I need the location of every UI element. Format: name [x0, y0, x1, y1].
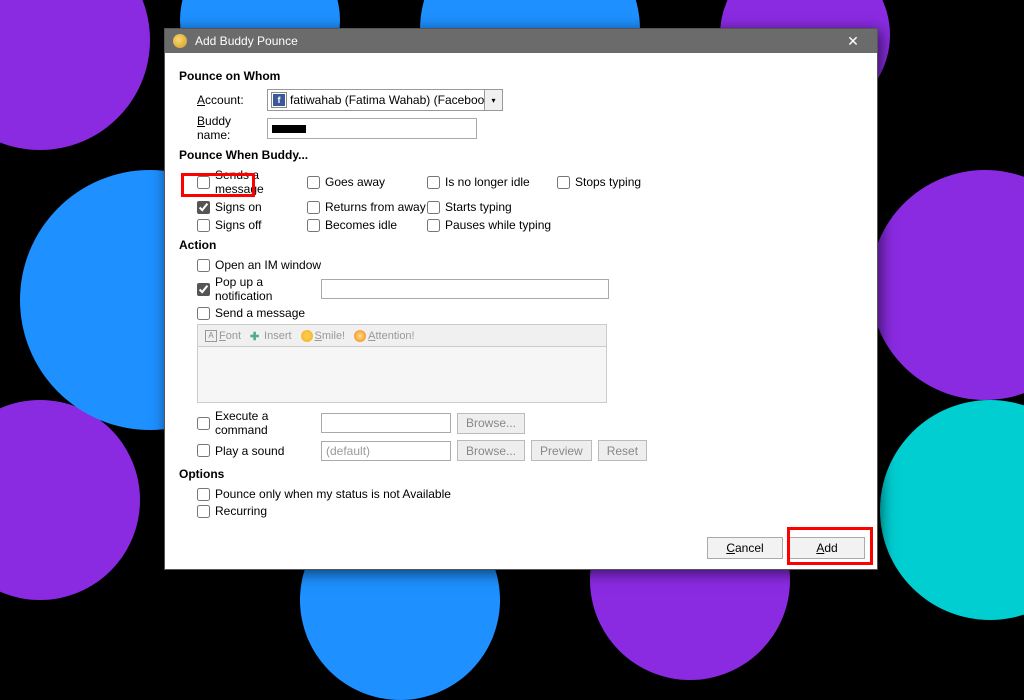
titlebar: Add Buddy Pounce ✕ — [165, 29, 877, 53]
chk-exec-command[interactable]: Execute a command — [197, 409, 315, 437]
cancel-button[interactable]: Cancel — [707, 537, 783, 559]
chk-signs-off[interactable]: Signs off — [197, 218, 307, 232]
window-title: Add Buddy Pounce — [195, 34, 837, 48]
chk-becomes-idle[interactable]: Becomes idle — [307, 218, 427, 232]
section-pounce-whom: Pounce on Whom — [179, 69, 863, 83]
facebook-icon: f — [272, 93, 286, 107]
command-input[interactable] — [321, 413, 451, 433]
chk-recurring[interactable]: Recurring — [197, 504, 267, 518]
dialog-window: Add Buddy Pounce ✕ Pounce on Whom Accoun… — [164, 28, 878, 570]
chk-stops-typing[interactable]: Stops typing — [557, 168, 677, 196]
chk-goes-away[interactable]: Goes away — [307, 168, 427, 196]
chk-open-im[interactable]: Open an IM window — [197, 258, 321, 272]
popup-text-input[interactable] — [321, 279, 609, 299]
chk-sends-message[interactable]: Sends a message — [197, 168, 307, 196]
chk-signs-on[interactable]: Signs on — [197, 200, 307, 214]
message-toolbar: AFont ✚Insert Smile! Attention! — [197, 324, 607, 347]
section-action: Action — [179, 238, 863, 252]
browse-sound-button[interactable]: Browse... — [457, 440, 525, 461]
buddy-name-input[interactable] — [267, 118, 477, 139]
account-select[interactable]: f fatiwahab (Fatima Wahab) (Facebook) ▾ — [267, 89, 503, 111]
chk-starts-typing[interactable]: Starts typing — [427, 200, 557, 214]
close-button[interactable]: ✕ — [837, 31, 869, 51]
chevron-down-icon[interactable]: ▾ — [484, 90, 502, 110]
redacted-text — [272, 125, 306, 133]
app-icon — [173, 34, 187, 48]
section-pounce-when: Pounce When Buddy... — [179, 148, 863, 162]
message-textarea[interactable] — [197, 347, 607, 403]
sound-input[interactable] — [321, 441, 451, 461]
chk-pounce-only[interactable]: Pounce only when my status is not Availa… — [197, 487, 451, 501]
account-label: Account: — [197, 93, 267, 107]
chk-returns-away[interactable]: Returns from away — [307, 200, 427, 214]
chk-no-longer-idle[interactable]: Is no longer idle — [427, 168, 557, 196]
chk-pauses-typing[interactable]: Pauses while typing — [427, 218, 557, 232]
insert-button[interactable]: ✚Insert — [247, 329, 295, 343]
smile-button[interactable]: Smile! — [298, 329, 349, 343]
account-text: fatiwahab (Fatima Wahab) (Facebook) — [290, 93, 484, 107]
browse-cmd-button[interactable]: Browse... — [457, 413, 525, 434]
attention-button[interactable]: Attention! — [351, 329, 417, 343]
add-button[interactable]: Add — [789, 537, 865, 559]
section-options: Options — [179, 467, 863, 481]
reset-button[interactable]: Reset — [598, 440, 647, 461]
font-button[interactable]: AFont — [202, 329, 244, 343]
chk-popup[interactable]: Pop up a notification — [197, 275, 315, 303]
buddy-name-label: Buddy name: — [197, 114, 267, 142]
chk-play-sound[interactable]: Play a sound — [197, 444, 315, 458]
preview-button[interactable]: Preview — [531, 440, 592, 461]
chk-send-message[interactable]: Send a message — [197, 306, 305, 320]
